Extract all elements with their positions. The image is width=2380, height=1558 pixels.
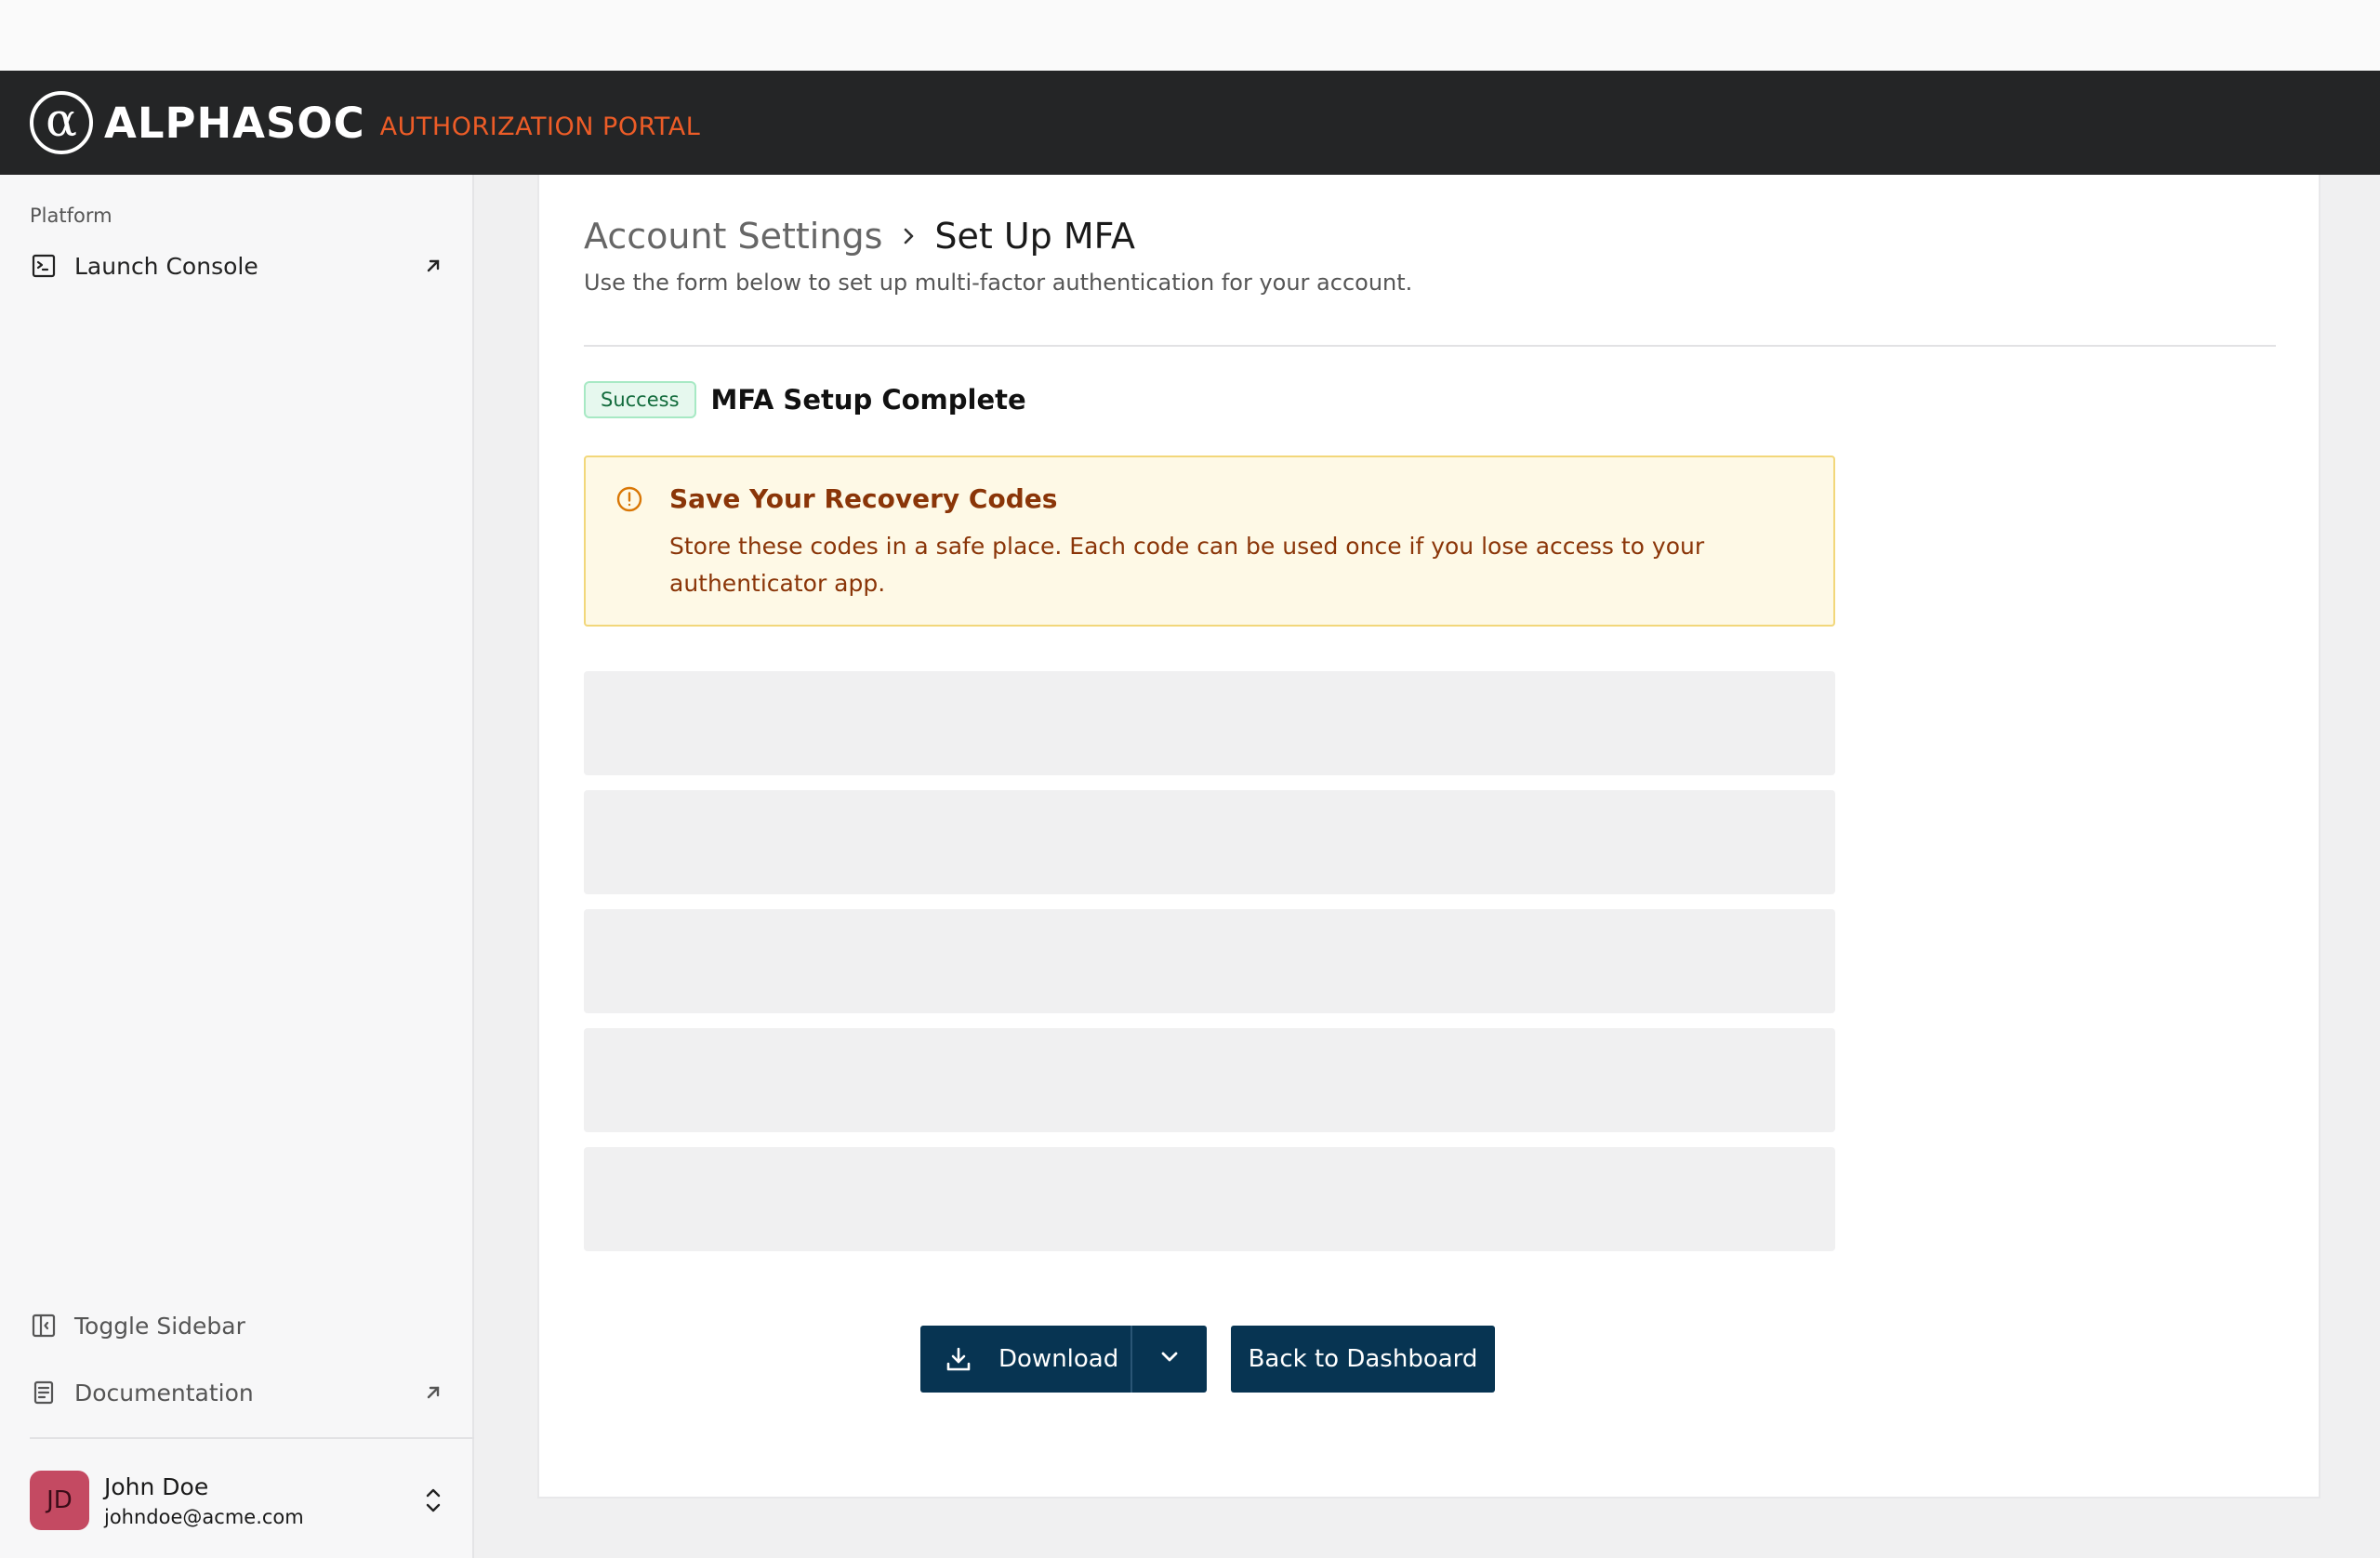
download-split-button: Download — [920, 1326, 1207, 1393]
document-icon — [30, 1379, 58, 1406]
download-icon — [945, 1345, 972, 1373]
download-button[interactable]: Download — [920, 1326, 1130, 1393]
brand-name: ALPHASOC — [104, 98, 365, 148]
chevron-right-icon — [897, 225, 919, 247]
alert-body: Store these codes in a safe place. Each … — [669, 533, 1705, 597]
chevron-down-icon — [1158, 1345, 1181, 1374]
sidebar-toggle-icon — [30, 1312, 58, 1340]
sidebar-item-documentation[interactable]: Documentation — [30, 1370, 446, 1415]
terminal-icon — [30, 252, 58, 280]
page-title: Set Up MFA — [934, 216, 1136, 257]
recovery-code-placeholder — [584, 671, 1835, 775]
status-title: MFA Setup Complete — [710, 384, 1026, 416]
sidebar-divider — [30, 1437, 474, 1439]
user-email: johndoe@acme.com — [104, 1505, 304, 1528]
header-divider — [584, 345, 2276, 347]
sidebar-item-launch-console[interactable]: Launch Console — [30, 244, 446, 288]
back-to-dashboard-button[interactable]: Back to Dashboard — [1231, 1326, 1495, 1393]
user-name: John Doe — [104, 1472, 209, 1500]
sidebar-item-label: Launch Console — [74, 252, 258, 280]
status-row: Success MFA Setup Complete — [584, 381, 1026, 418]
top-strip — [0, 0, 2380, 71]
status-badge: Success — [584, 381, 696, 418]
recovery-code-placeholder — [584, 909, 1835, 1013]
sidebar-item-toggle-sidebar[interactable]: Toggle Sidebar — [30, 1303, 446, 1348]
sidebar-item-label: Documentation — [74, 1379, 254, 1406]
recovery-code-placeholder — [584, 1028, 1835, 1132]
sidebar-section-label: Platform — [30, 205, 112, 227]
main-card: Account Settings Set Up MFA Use the form… — [537, 175, 2320, 1499]
portal-name: AUTHORIZATION PORTAL — [379, 112, 701, 141]
alert-circle-icon — [615, 485, 643, 513]
recovery-code-placeholder — [584, 1147, 1835, 1251]
user-info: John Doe johndoe@acme.com — [104, 1473, 304, 1528]
alphasoc-logo-icon: α — [30, 91, 93, 154]
chevron-up-down-icon — [420, 1485, 446, 1515]
recovery-code-placeholder — [584, 790, 1835, 894]
download-options-button[interactable] — [1132, 1326, 1207, 1393]
breadcrumb: Account Settings Set Up MFA — [584, 216, 1135, 257]
external-link-icon — [420, 253, 446, 279]
breadcrumb-parent-link[interactable]: Account Settings — [584, 216, 882, 257]
user-menu[interactable]: JD John Doe johndoe@acme.com — [30, 1467, 446, 1534]
avatar: JD — [30, 1471, 89, 1530]
sidebar-item-label: Toggle Sidebar — [74, 1312, 245, 1340]
alert-title: Save Your Recovery Codes — [669, 483, 1058, 514]
page-subtitle: Use the form below to set up multi-facto… — [584, 270, 1413, 296]
download-label: Download — [998, 1345, 1119, 1373]
sidebar: Platform Launch Console Toggle Sidebar D… — [0, 175, 474, 1558]
recovery-codes-alert: Save Your Recovery Codes Store these cod… — [584, 456, 1835, 627]
external-link-icon — [420, 1380, 446, 1406]
app-header: α ALPHASOC AUTHORIZATION PORTAL — [0, 71, 2380, 175]
